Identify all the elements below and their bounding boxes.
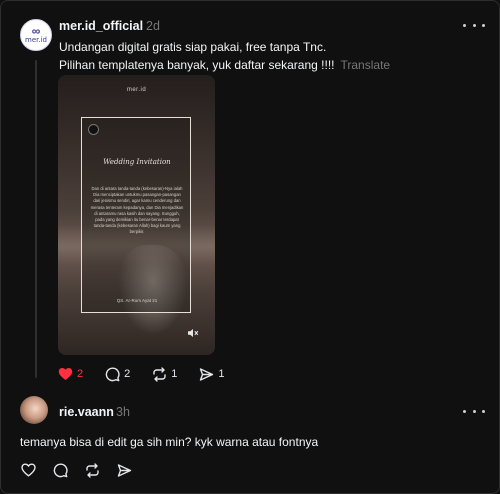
comment-time: 3h — [116, 405, 130, 419]
music-icon[interactable] — [88, 124, 99, 135]
avatar-logo-text: mer.id — [25, 36, 47, 44]
comment-button[interactable]: 2 — [105, 366, 131, 382]
post-caption: Undangan digital gratis siap pakai, free… — [59, 38, 479, 74]
comment-repost-button[interactable] — [85, 462, 100, 478]
caption-line-1: Undangan digital gratis siap pakai, free… — [59, 40, 327, 54]
comment-author-name[interactable]: rie.vaann — [59, 405, 114, 419]
repost-icon — [86, 462, 99, 478]
video-brand: mer.id — [126, 87, 147, 93]
post-video[interactable]: mer.id Wedding Invitation Dan di antara … — [58, 75, 215, 355]
post-actions: 2 2 1 1 — [58, 366, 247, 382]
repost-button[interactable]: 1 — [152, 366, 178, 382]
invitation-verse: Dan di antara tanda-tanda (kebesaran)-Ny… — [90, 186, 184, 235]
comment-actions — [21, 462, 149, 478]
share-button[interactable]: 1 — [199, 367, 225, 382]
invitation-title: Wedding Invitation — [103, 158, 171, 166]
post-time: 2d — [146, 19, 160, 33]
comment-reply-button[interactable] — [53, 462, 68, 478]
translate-link[interactable]: Translate — [341, 58, 391, 72]
comment-share-button[interactable] — [117, 463, 132, 478]
invitation-verse-source: QS. Ar-Rum Ayat 21 — [116, 298, 158, 303]
send-icon — [117, 463, 132, 477]
post-more-icon[interactable] — [463, 19, 485, 31]
comment-icon — [105, 366, 120, 381]
heart-outline-icon — [21, 463, 36, 477]
send-icon — [200, 367, 214, 381]
comment-text: temanya bisa di edit ga sih min? kyk war… — [20, 435, 319, 449]
commenter-avatar[interactable] — [20, 396, 48, 424]
repost-count: 1 — [171, 368, 178, 380]
share-count: 1 — [218, 368, 225, 380]
like-count: 2 — [77, 368, 84, 380]
invitation-card: Wedding Invitation Dan di antara tanda-t… — [81, 117, 191, 313]
repost-icon — [153, 366, 166, 382]
heart-icon — [58, 368, 73, 380]
comment-count: 2 — [124, 368, 131, 380]
logo-mark-icon: ∞ — [31, 24, 41, 38]
comment-like-button[interactable] — [21, 463, 36, 477]
post-author-name[interactable]: mer.id_official — [59, 19, 143, 33]
reply-icon — [53, 462, 68, 477]
author-avatar[interactable]: ∞ mer.id — [20, 19, 52, 51]
thread-line — [35, 60, 37, 378]
comment-more-icon[interactable] — [463, 405, 485, 417]
like-button[interactable]: 2 — [58, 367, 83, 381]
mute-icon[interactable] — [187, 327, 199, 339]
caption-line-2: Pilihan templatenya banyak, yuk daftar s… — [59, 58, 335, 72]
